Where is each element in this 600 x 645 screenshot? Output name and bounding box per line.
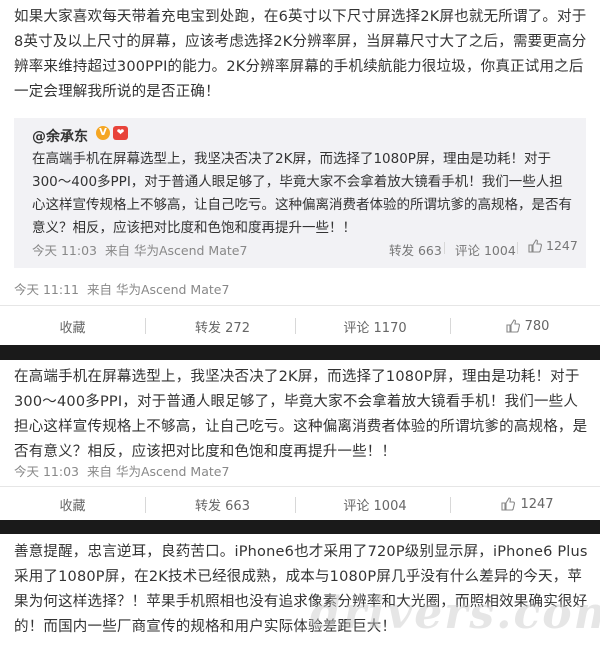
comment-button[interactable]: 评论 1170 xyxy=(300,306,450,346)
quote-repost-label: 转发 663 xyxy=(389,243,442,258)
thumbs-up-icon xyxy=(501,497,516,511)
quote-like-button[interactable]: 1247 xyxy=(528,238,578,253)
divider xyxy=(295,497,296,513)
divider xyxy=(295,318,296,334)
quote-author-link[interactable]: @余承东 xyxy=(32,126,88,146)
favorite-button[interactable]: 收藏 xyxy=(0,487,145,521)
thumbs-up-icon xyxy=(506,319,520,333)
post-2-text: 在高端手机在屏幕选型上，我坚决否决了2K屏，而选择了1080P屏，理由是功耗！对… xyxy=(14,369,588,460)
post-1: 如果大家喜欢每天带着充电宝到处跑，在6英寸以下尺寸屏选择2K屏也就无所谓了。对于… xyxy=(0,0,600,345)
repost-button[interactable]: 转发 663 xyxy=(150,487,295,521)
post-1-source: 来自 华为Ascend Mate7 xyxy=(87,282,230,297)
thumbs-up-icon xyxy=(528,238,542,253)
divider xyxy=(444,242,445,254)
quote-text: 在高端手机在屏幕选型上，我坚决否决了2K屏，而选择了1080P屏，理由是功耗！对… xyxy=(32,151,572,236)
post-2-meta: 今天 11:03 来自 华为Ascend Mate7 xyxy=(14,461,229,480)
post-2-source: 来自 华为Ascend Mate7 xyxy=(87,464,230,479)
favorite-button[interactable]: 收藏 xyxy=(0,306,145,346)
favorite-label: 收藏 xyxy=(59,320,86,336)
quote-meta: 今天 11:03 来自 华为Ascend Mate7 xyxy=(32,240,247,259)
comment-button[interactable]: 评论 1004 xyxy=(300,487,450,521)
repost-label: 转发 272 xyxy=(195,320,250,336)
quote-comment-link[interactable]: 评论 1004 xyxy=(455,240,516,259)
post-2: 在高端手机在屏幕选型上，我坚决否决了2K屏，而选择了1080P屏，理由是功耗！对… xyxy=(0,360,600,520)
section-divider xyxy=(0,520,600,534)
quote-like-count: 1247 xyxy=(546,238,578,253)
post-1-time[interactable]: 今天 11:11 xyxy=(14,282,79,297)
quote-comment-label: 评论 1004 xyxy=(455,243,516,258)
level-icon: ❤ xyxy=(113,126,128,140)
watermark: drivers.com xyxy=(310,588,600,639)
section-divider xyxy=(0,345,600,360)
divider xyxy=(517,242,518,254)
like-button[interactable]: 780 xyxy=(455,306,600,346)
post-1-action-bar: 收藏 转发 272 评论 1170 780 xyxy=(0,305,600,346)
like-button[interactable]: 1247 xyxy=(455,487,600,521)
post-1-meta: 今天 11:11 来自 华为Ascend Mate7 xyxy=(14,279,229,298)
like-count: 780 xyxy=(524,318,550,334)
quote-repost-link[interactable]: 转发 663 xyxy=(389,240,442,259)
author-badges: V ❤ xyxy=(96,126,128,140)
post-2-action-bar: 收藏 转发 663 评论 1004 1247 xyxy=(0,486,600,521)
quoted-post: @余承东 V ❤ 在高端手机在屏幕选型上，我坚决否决了2K屏，而选择了1080P… xyxy=(14,118,586,268)
like-count: 1247 xyxy=(520,496,554,512)
quote-time[interactable]: 今天 11:03 xyxy=(32,243,97,258)
comment-label: 评论 1004 xyxy=(343,498,407,514)
verified-icon: V xyxy=(96,126,110,140)
repost-label: 转发 663 xyxy=(195,498,250,514)
divider xyxy=(450,318,451,334)
divider xyxy=(145,318,146,334)
post-2-time[interactable]: 今天 11:03 xyxy=(14,464,79,479)
post-1-text: 如果大家喜欢每天带着充电宝到处跑，在6英寸以下尺寸屏选择2K屏也就无所谓了。对于… xyxy=(14,9,587,100)
comment-label: 评论 1170 xyxy=(343,320,407,336)
repost-button[interactable]: 转发 272 xyxy=(150,306,295,346)
quote-source: 来自 华为Ascend Mate7 xyxy=(105,243,248,258)
divider xyxy=(145,497,146,513)
favorite-label: 收藏 xyxy=(59,498,86,514)
divider xyxy=(450,497,451,513)
